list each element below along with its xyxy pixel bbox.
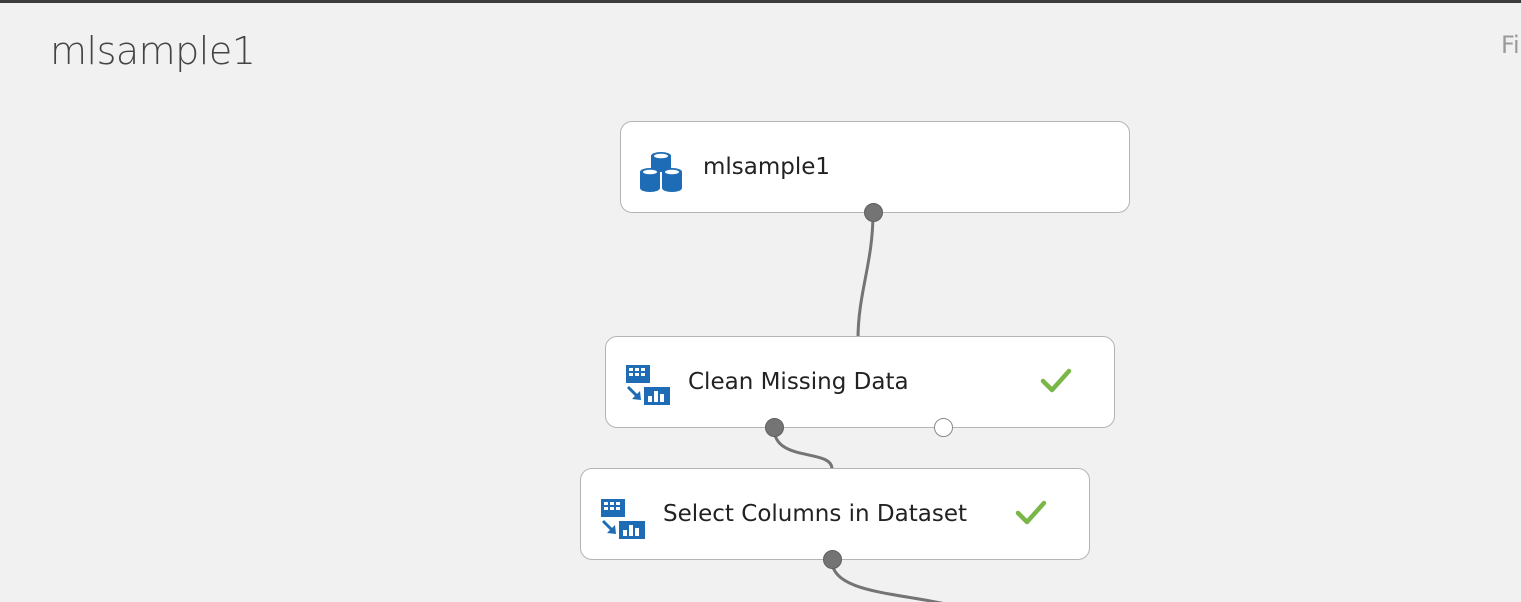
module-select-columns-in-dataset[interactable]: Select Columns in Dataset [580,468,1090,560]
data-transform-icon [624,363,672,411]
connection-wire [772,427,834,470]
module-label: mlsample1 [703,154,831,180]
output-port[interactable] [823,550,842,569]
module-clean-missing-data[interactable]: Clean Missing Data [605,336,1115,428]
output-port-unconnected[interactable] [934,418,953,437]
completed-check-icon [1015,499,1047,531]
experiment-title: mlsample1 [50,29,256,73]
experiment-canvas[interactable]: mlsample1 Fi mlsample1 Clean Missing Dat… [0,0,1521,602]
module-label: Clean Missing Data [688,369,909,395]
properties-panel-title: Fi [1501,31,1520,59]
dataset-icon [637,148,685,200]
module-label: Select Columns in Dataset [663,501,967,527]
module-dataset-mlsample1[interactable]: mlsample1 [620,121,1130,213]
connection-wire [830,560,944,602]
connection-wire [856,212,875,340]
output-port[interactable] [864,203,883,222]
data-transform-icon [599,497,647,545]
completed-check-icon [1040,367,1072,399]
output-port[interactable] [765,418,784,437]
